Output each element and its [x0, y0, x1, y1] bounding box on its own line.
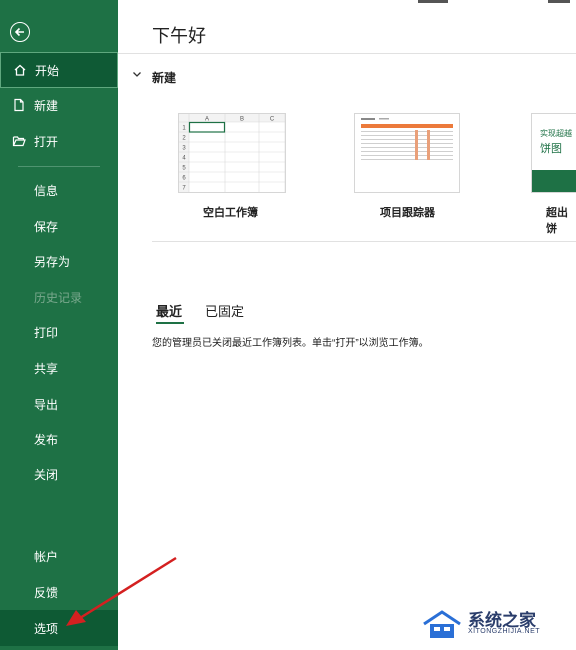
annotation-arrow: [66, 556, 177, 626]
watermark-url: XITONGZHIJIA.NET: [468, 628, 541, 635]
watermark: 系统之家 XITONGZHIJIA.NET: [420, 600, 576, 650]
watermark-logo-icon: [423, 610, 461, 638]
